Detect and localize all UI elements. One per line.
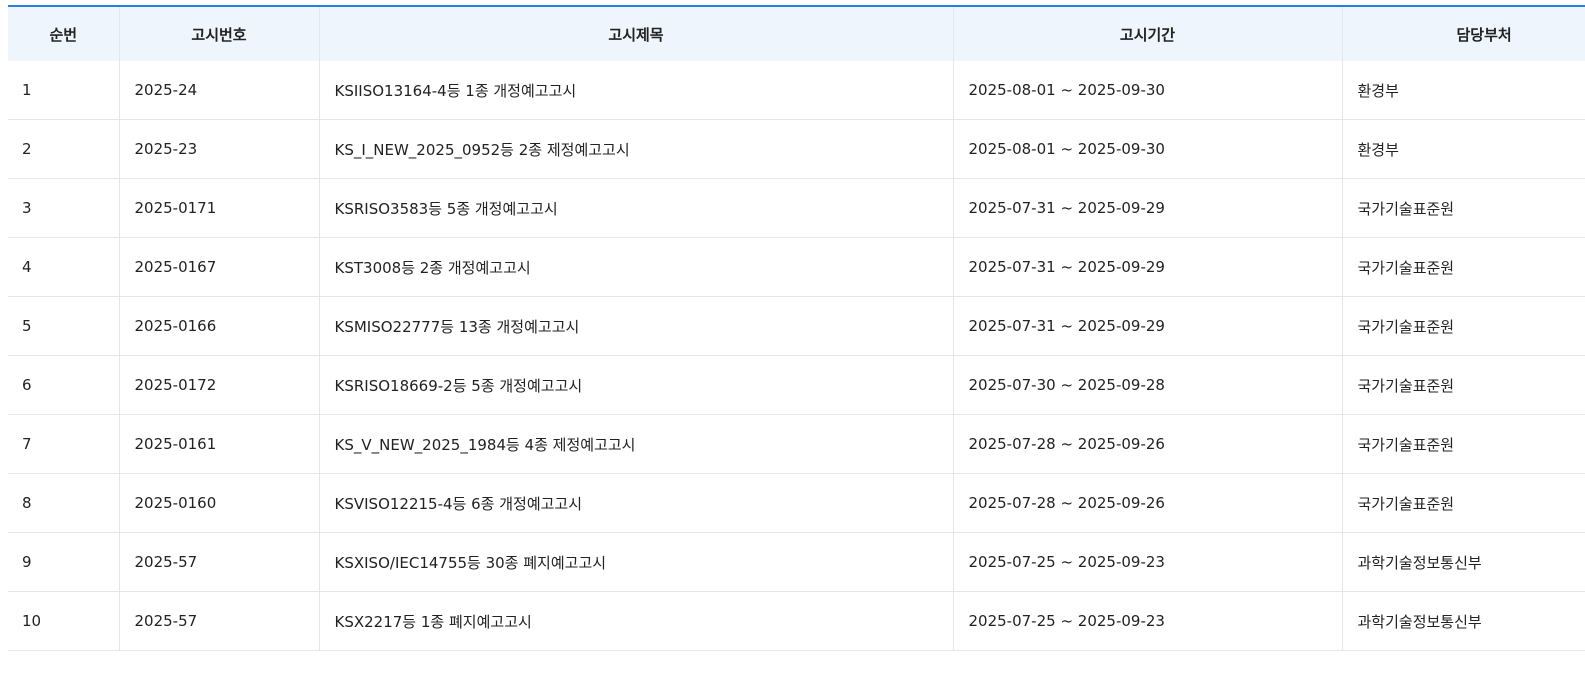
cell-notice-title-link[interactable]: KSRISO3583등 5종 개정예고고시 (318, 178, 953, 238)
cell-notice-code: 2025-0166 (118, 296, 319, 356)
cell-notice-period: 2025-07-28 ~ 2025-09-26 (952, 473, 1342, 533)
table-row[interactable]: 1 2025-24 KSIISO13164-4등 1종 개정예고고시 2025-… (8, 61, 1585, 120)
notice-table: 순번 고시번호 고시제목 고시기간 담당부처 1 2025-24 KSIISO1… (8, 5, 1585, 651)
cell-number: 1 (22, 81, 32, 99)
cell-number: 3 (8, 178, 119, 238)
cell-notice-period: 2025-07-28 ~ 2025-09-26 (952, 414, 1342, 474)
cell-notice-title-link[interactable]: KSX2217등 1종 폐지예고고시 (318, 591, 953, 651)
cell-notice-period: 2025-08-01 ~ 2025-09-30 (952, 119, 1342, 179)
header-row: 순번 고시번호 고시제목 고시기간 담당부처 (8, 6, 1585, 61)
notice-table-container: 순번 고시번호 고시제목 고시기간 담당부처 1 2025-24 KSIISO1… (8, 5, 1585, 651)
cell-notice-code: 2025-0172 (118, 355, 319, 415)
table-row[interactable]: 8 2025-0160 KSVISO12215-4등 6종 개정예고고시 202… (8, 473, 1585, 533)
table-header: 순번 고시번호 고시제목 고시기간 담당부처 (8, 6, 1585, 61)
cell-number: 7 (8, 414, 119, 474)
column-header-notice-code: 고시번호 (118, 6, 319, 61)
cell-notice-code: 2025-0167 (118, 237, 319, 297)
cell-notice-code: 2025-0171 (118, 178, 319, 238)
cell-notice-code: 2025-23 (118, 119, 319, 179)
cell-notice-title-link[interactable]: KSXISO/IEC14755등 30종 폐지예고고시 (318, 532, 953, 592)
cell-number: 4 (8, 237, 119, 297)
cell-notice-title-link[interactable]: KST3008등 2종 개정예고고시 (318, 237, 953, 297)
cell-notice-period: 2025-07-31 ~ 2025-09-29 (952, 296, 1342, 356)
cell-notice-period: 2025-07-31 ~ 2025-09-29 (952, 178, 1342, 238)
cell-department: 국가기술표준원 (1341, 355, 1585, 415)
cell-notice-title-link[interactable]: KSVISO12215-4등 6종 개정예고고시 (318, 473, 953, 533)
column-header-notice-period: 고시기간 (952, 6, 1342, 61)
cell-number: 8 (8, 473, 119, 533)
table-body: 1 2025-24 KSIISO13164-4등 1종 개정예고고시 2025-… (8, 61, 1585, 651)
cell-notice-code: 2025-57 (118, 532, 319, 592)
cell-notice-title-link[interactable]: KSRISO18669-2등 5종 개정예고고시 (318, 355, 953, 415)
cell-notice-period: 2025-07-30 ~ 2025-09-28 (952, 355, 1342, 415)
cell-department: 국가기술표준원 (1341, 178, 1585, 238)
table-row[interactable]: 2 2025-23 KS_I_NEW_2025_0952등 2종 제정예고고시 … (8, 119, 1585, 179)
table-row[interactable]: 6 2025-0172 KSRISO18669-2등 5종 개정예고고시 202… (8, 355, 1585, 415)
cell-number: 6 (8, 355, 119, 415)
cell-notice-period: 2025-07-25 ~ 2025-09-23 (952, 532, 1342, 592)
cell-notice-period: 2025-08-01 ~ 2025-09-30 (952, 61, 1342, 120)
cell-department: 환경부 (1341, 119, 1585, 179)
cell-notice-title-link[interactable]: KS_V_NEW_2025_1984등 4종 제정예고고시 (318, 414, 953, 474)
column-header-number: 순번 (8, 6, 119, 61)
column-header-department: 담당부처 (1341, 6, 1585, 61)
table-row[interactable]: 3 2025-0171 KSRISO3583등 5종 개정예고고시 2025-0… (8, 178, 1585, 238)
cell-number: 2 (8, 119, 119, 179)
cell-notice-code: 2025-0160 (118, 473, 319, 533)
table-row[interactable]: 5 2025-0166 KSMISO22777등 13종 개정예고고시 2025… (8, 296, 1585, 356)
cell-department: 국가기술표준원 (1341, 296, 1585, 356)
cell-notice-title-link[interactable]: KSIISO13164-4등 1종 개정예고고시 (318, 61, 953, 120)
table-row[interactable]: 10 2025-57 KSX2217등 1종 폐지예고고시 2025-07-25… (8, 591, 1585, 651)
cell-notice-period: 2025-07-25 ~ 2025-09-23 (952, 591, 1342, 651)
cell-department: 국가기술표준원 (1341, 414, 1585, 474)
cell-notice-title-link[interactable]: KSMISO22777등 13종 개정예고고시 (318, 296, 953, 356)
cell-department: 과학기술정보통신부 (1341, 591, 1585, 651)
table-row[interactable]: 9 2025-57 KSXISO/IEC14755등 30종 폐지예고고시 20… (8, 532, 1585, 592)
cell-department: 국가기술표준원 (1341, 473, 1585, 533)
cell-notice-code: 2025-57 (118, 591, 319, 651)
cell-department: 환경부 (1341, 61, 1585, 120)
table-row[interactable]: 7 2025-0161 KS_V_NEW_2025_1984등 4종 제정예고고… (8, 414, 1585, 474)
cell-number: 5 (8, 296, 119, 356)
cell-notice-code: 2025-0161 (118, 414, 319, 474)
cell-notice-period: 2025-07-31 ~ 2025-09-29 (952, 237, 1342, 297)
cell-notice-title-link[interactable]: KS_I_NEW_2025_0952등 2종 제정예고고시 (318, 119, 953, 179)
column-header-notice-title: 고시제목 (318, 6, 953, 61)
cell-number: 10 (8, 591, 119, 651)
table-row[interactable]: 4 2025-0167 KST3008등 2종 개정예고고시 2025-07-3… (8, 237, 1585, 297)
cell-department: 국가기술표준원 (1341, 237, 1585, 297)
cell-department: 과학기술정보통신부 (1341, 532, 1585, 592)
cell-number: 9 (8, 532, 119, 592)
cell-notice-code: 2025-24 (118, 61, 319, 120)
